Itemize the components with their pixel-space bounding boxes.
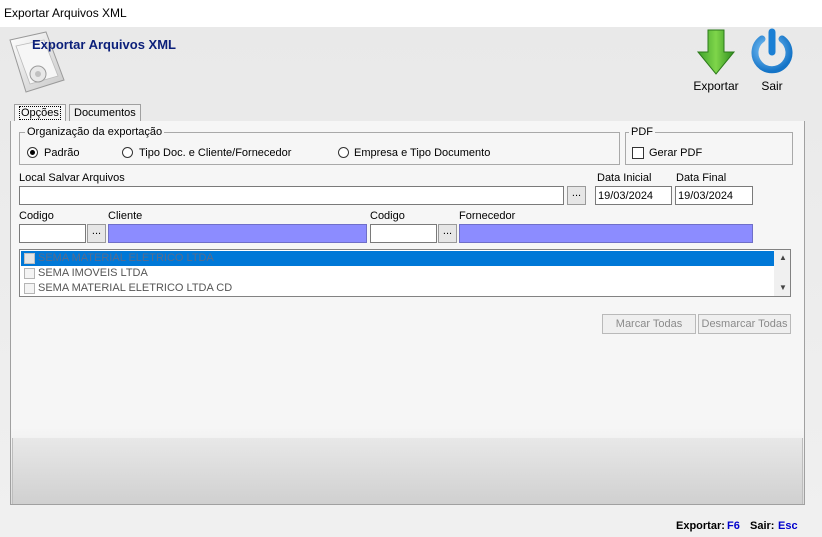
scroll-down-icon[interactable]: ▼: [779, 283, 787, 292]
fornecedor-search-button[interactable]: ...: [438, 224, 457, 243]
cliente-codigo-input[interactable]: [19, 224, 86, 243]
header-title: Exportar Arquivos XML: [32, 37, 176, 52]
list-item-checkbox[interactable]: [24, 253, 35, 264]
list-item-label: SEMA MATERIAL ELETRICO LTDA CD: [38, 282, 233, 294]
exit-button-label: Sair: [761, 79, 783, 93]
marcar-todas-button[interactable]: Marcar Todas: [602, 314, 696, 334]
exit-button[interactable]: Sair: [748, 28, 796, 94]
radio-padrao-label: Padrão: [44, 147, 80, 159]
pdf-group-label: PDF: [629, 126, 655, 138]
status-export-key: Exportar:: [676, 520, 725, 532]
list-item-checkbox[interactable]: [24, 283, 35, 294]
fornecedor-codigo-label: Codigo: [370, 210, 405, 222]
tab-documentos[interactable]: Documentos: [69, 104, 141, 122]
data-inicial-label: Data Inicial: [597, 172, 652, 184]
local-salvar-input[interactable]: [19, 186, 564, 205]
scroll-up-icon[interactable]: ▲: [779, 253, 787, 262]
green-down-arrow-icon: [696, 29, 736, 75]
status-bar: Exportar: F6 Sair: Esc: [0, 517, 822, 537]
window-title: Exportar Arquivos XML: [4, 6, 127, 20]
radio-tipo-doc-cliente[interactable]: [122, 147, 133, 158]
window-titlebar: Exportar Arquivos XML: [0, 0, 822, 27]
tab-documentos-label: Documentos: [74, 107, 136, 119]
data-inicial-input[interactable]: [595, 186, 672, 205]
data-final-input[interactable]: [675, 186, 753, 205]
list-item-label: SEMA IMOVEIS LTDA: [38, 267, 148, 279]
panel-footer-area: [12, 438, 803, 504]
radio-padrao[interactable]: [27, 147, 38, 158]
status-export-shortcut: F6: [727, 520, 740, 532]
cliente-name-field[interactable]: [108, 224, 367, 243]
empresas-list[interactable]: SEMA MATERIAL ELETRICO LTDA SEMA IMOVEIS…: [19, 249, 791, 297]
list-item-label: SEMA MATERIAL ELETRICO LTDA: [38, 252, 214, 264]
cliente-label: Cliente: [108, 210, 143, 222]
radio-empresa-tipo-doc-label: Empresa e Tipo Documento: [354, 147, 491, 159]
status-exit-key: Sair:: [750, 520, 775, 532]
cliente-search-button[interactable]: ...: [87, 224, 106, 243]
desmarcar-todas-button[interactable]: Desmarcar Todas: [698, 314, 791, 334]
fornecedor-codigo-input[interactable]: [370, 224, 437, 243]
list-item[interactable]: SEMA MATERIAL ELETRICO LTDA CD: [21, 281, 775, 296]
data-final-label: Data Final: [676, 172, 727, 184]
power-icon: [751, 28, 793, 74]
export-button-label: Exportar: [693, 79, 739, 93]
list-item[interactable]: SEMA MATERIAL ELETRICO LTDA: [21, 251, 775, 266]
list-scrollbar[interactable]: ▲ ▼: [774, 250, 790, 296]
list-item-checkbox[interactable]: [24, 268, 35, 279]
browse-folder-button[interactable]: ...: [567, 186, 586, 205]
fornecedor-name-field[interactable]: [459, 224, 753, 243]
gerar-pdf-checkbox[interactable]: [632, 147, 644, 159]
cliente-codigo-label: Codigo: [19, 210, 54, 222]
export-organization-group-label: Organização da exportação: [25, 126, 165, 138]
radio-tipo-doc-cliente-label: Tipo Doc. e Cliente/Fornecedor: [139, 147, 292, 159]
gerar-pdf-label: Gerar PDF: [649, 147, 703, 159]
local-salvar-label: Local Salvar Arquivos: [19, 172, 125, 184]
fornecedor-label: Fornecedor: [459, 210, 516, 222]
export-button[interactable]: Exportar: [690, 28, 742, 94]
status-exit-shortcut: Esc: [778, 520, 798, 532]
radio-empresa-tipo-doc[interactable]: [338, 147, 349, 158]
tab-opcoes-label: Opções: [19, 106, 61, 120]
list-item[interactable]: SEMA IMOVEIS LTDA: [21, 266, 775, 281]
